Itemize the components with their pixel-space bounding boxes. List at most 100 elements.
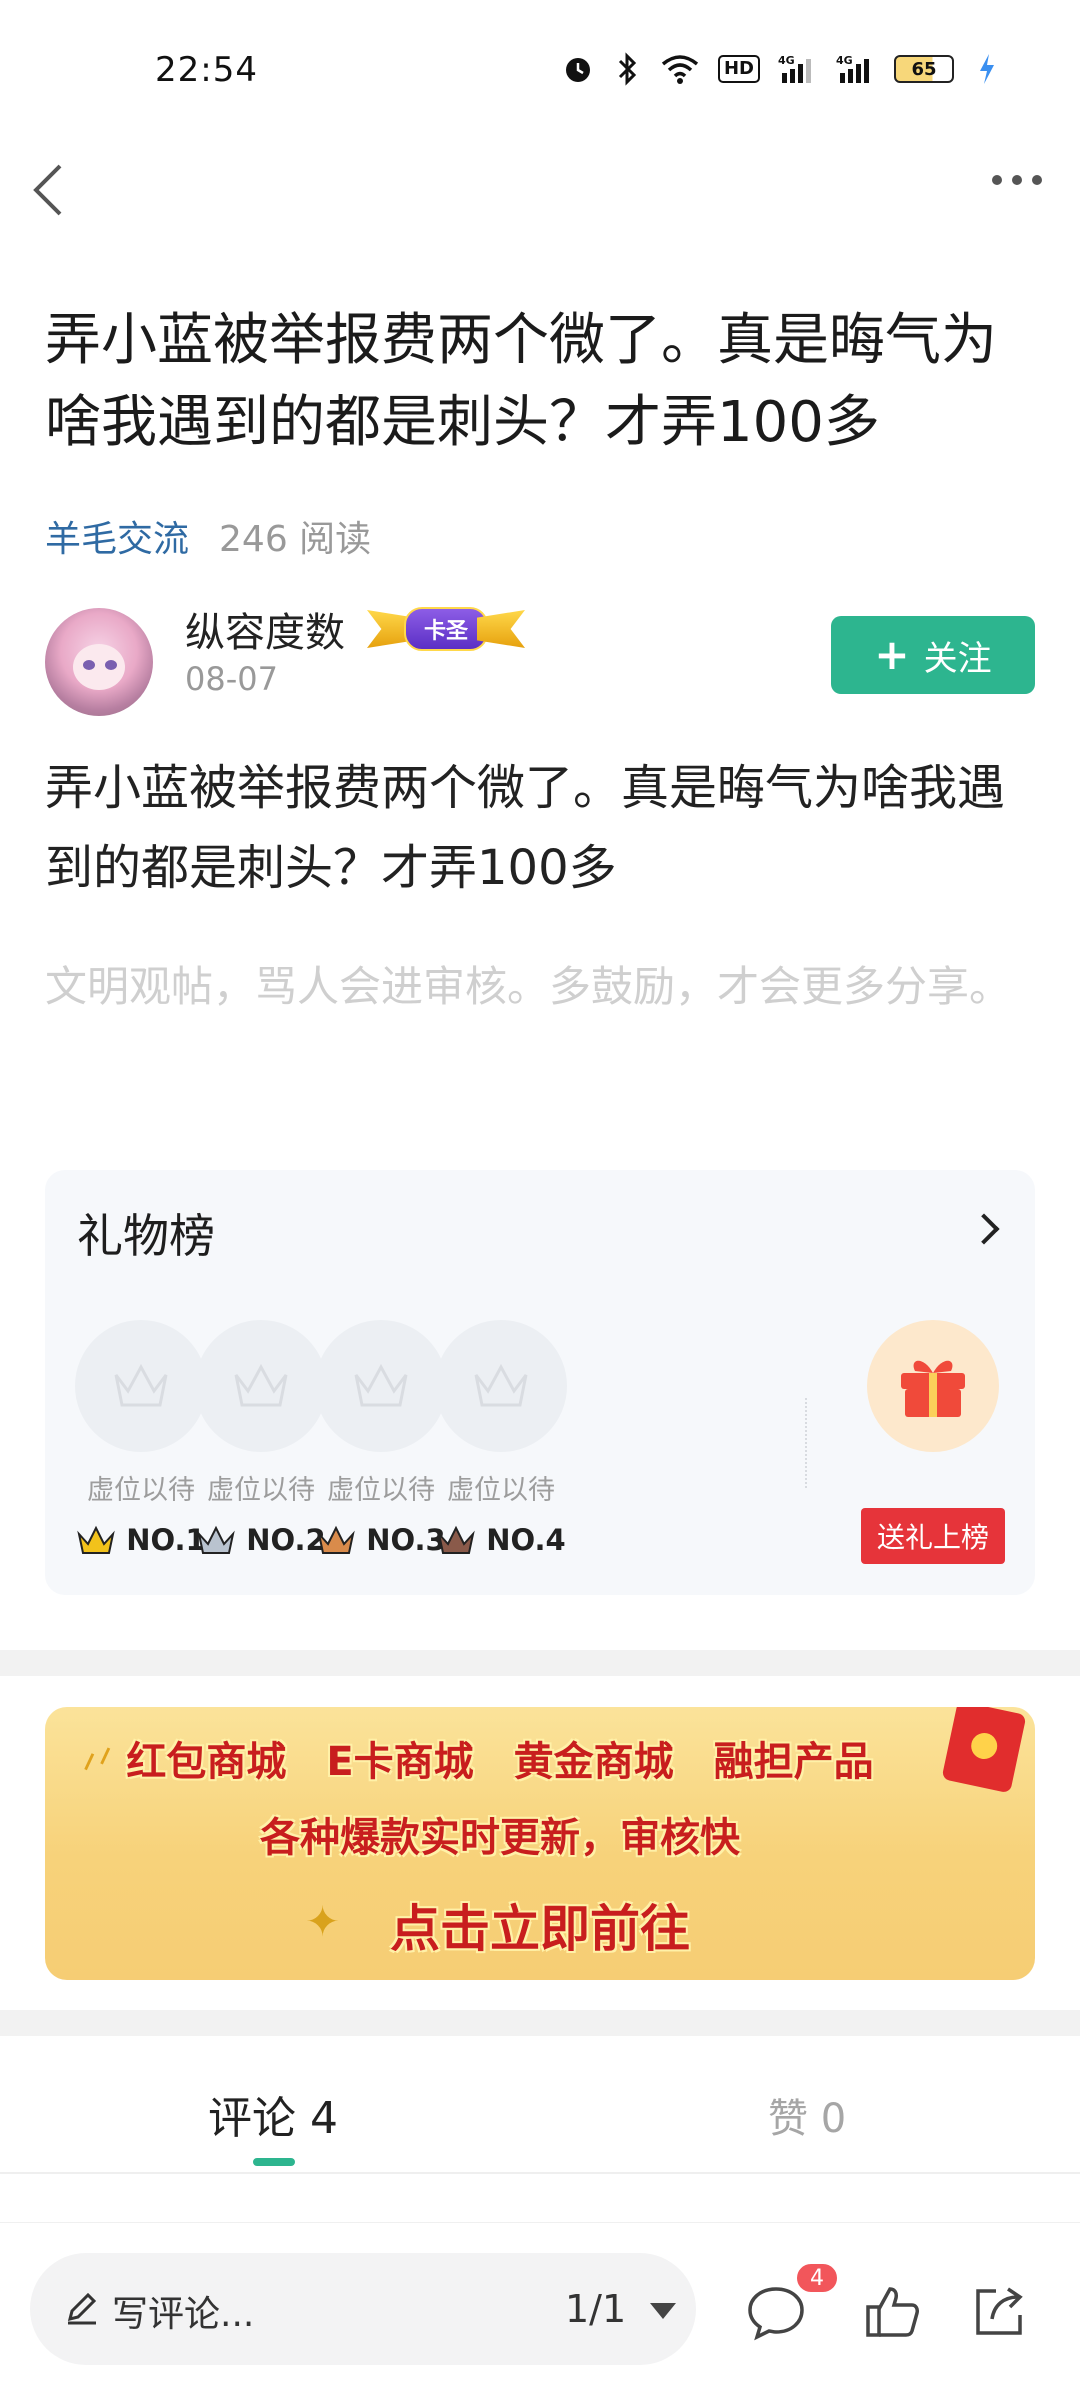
crown-outline-icon [474,1363,528,1407]
alarm-icon [562,52,594,86]
rank-label: NO.1 [126,1523,206,1557]
comment-count-badge: 4 [794,2261,840,2295]
slot-label: 虚位以待 [447,1475,555,1506]
post-body: 弄小蓝被举报费两个微了。真是晦气为啥我遇到的都是刺头？才弄100多 [45,760,1006,896]
civility-notice: 文明观帖，骂人会进审核。多鼓励，才会更多分享。 [45,962,1012,1011]
crown-bronze-icon [317,1525,355,1554]
promo-banner[interactable]: ⸝⸝ 红包商城 E卡商城 黄金商城 融担产品 各种爆款实时更新，审核快 ✦ 点击… [45,1707,1035,1980]
share-icon[interactable] [968,2281,1030,2343]
status-icons: HD 4G 4G 65 [562,52,1002,86]
thumbs-up-icon[interactable] [862,2281,924,2343]
gift-slot[interactable]: 虚位以待 NO.2 [195,1320,327,1557]
category-link[interactable]: 羊毛交流 [45,510,189,562]
banner-item: 黄金商城 [513,1739,674,1785]
follow-button[interactable]: + 关注 [831,616,1035,694]
svg-text:4G: 4G [836,54,853,67]
crown-outline-icon [114,1363,168,1407]
battery-icon: 65 [894,55,954,83]
slot-rank: NO.4 [435,1523,567,1557]
crown-brown-icon [437,1525,475,1554]
more-button[interactable] [992,175,1042,185]
bottom-action-bar: 写评论... 1/1 4 [0,2222,1080,2400]
pencil-icon [67,2292,97,2325]
caret-down-icon[interactable] [650,2303,676,2319]
gift-icon [901,1360,965,1417]
plus-icon: + [874,630,910,679]
tab-comments[interactable]: 评论 4 [208,2082,338,2146]
chevron-right-icon[interactable] [968,1213,1000,1245]
section-separator [0,2010,1080,2036]
post-meta: 羊毛交流 246 阅读 [45,510,371,562]
avatar-face [73,644,125,690]
banner-item: 红包商城 [126,1739,287,1785]
divider [0,2172,1080,2174]
gift-slot[interactable]: 虚位以待 NO.4 [435,1320,567,1557]
page-indicator[interactable]: 1/1 [565,2287,626,2331]
coin-icon [968,1730,1000,1762]
rank-label: NO.4 [486,1523,566,1557]
banner-row-1: 红包商城 E卡商城 黄金商城 融担产品 [45,1729,995,1787]
avatar-eye [105,660,117,670]
crown-outline-icon [234,1363,288,1407]
read-count: 246 阅读 [219,519,372,560]
gift-button[interactable] [867,1320,999,1452]
divider [805,1398,807,1488]
charging-icon [972,52,1002,86]
avatar[interactable] [45,608,153,716]
gift-slot[interactable]: 虚位以待 NO.3 [315,1320,447,1557]
level-badge: 卡圣 [367,606,525,652]
empty-slot-circle [435,1320,567,1452]
rank-label: NO.3 [366,1523,446,1557]
post-date: 08-07 [185,660,278,698]
empty-slot-circle [315,1320,447,1452]
crown-gold-icon [77,1525,115,1554]
slot-label: 虚位以待 [327,1475,435,1506]
slot-rank: NO.2 [195,1523,327,1557]
section-separator [0,1650,1080,1676]
hd-icon: HD [717,55,760,83]
back-button[interactable] [28,160,78,220]
more-dot [1012,175,1022,185]
slot-rank: NO.1 [75,1523,207,1557]
rank-label: NO.2 [246,1523,326,1557]
more-dot [992,175,1002,185]
slot-rank: NO.3 [315,1523,447,1557]
gift-board: 礼物榜 虚位以待 NO.1 虚位以待 NO.2 虚位以待 NO.3 虚位以待 N… [45,1170,1035,1595]
banner-cta: 点击立即前往 [390,1900,690,1958]
chevron-left-icon [33,164,62,216]
avatar-eye [83,660,95,670]
author-row: 纵容度数 卡圣 08-07 + 关注 [45,600,1035,720]
comment-icon[interactable] [745,2281,807,2343]
banner-item: E卡商城 [326,1739,474,1785]
follow-label: 关注 [923,638,992,679]
send-gift-button[interactable]: 送礼上榜 [861,1508,1005,1564]
signal-4g-icon: 4G [778,52,818,86]
top-nav [0,140,1080,235]
empty-slot-circle [195,1320,327,1452]
author-name[interactable]: 纵容度数 [185,600,345,658]
banner-item: 融担产品 [713,1739,874,1785]
bluetooth-icon [612,52,642,86]
slot-label: 虚位以待 [87,1475,195,1506]
comment-input[interactable]: 写评论... 1/1 [30,2253,696,2365]
gift-board-title: 礼物榜 [77,1209,215,1263]
banner-row-2: 各种爆款实时更新，审核快 [260,1815,740,1861]
status-bar: 22:54 HD 4G 4G 65 [0,0,1080,140]
svg-text:4G: 4G [778,54,795,67]
comment-placeholder: 写评论... [112,2294,255,2335]
wifi-icon [660,52,700,86]
badge-label: 卡圣 [403,607,488,651]
crown-outline-icon [354,1363,408,1407]
post-title: 弄小蓝被举报费两个微了。真是晦气为啥我遇到的都是刺头？才弄100多 [45,308,997,455]
status-time: 22:54 [155,50,258,90]
slot-label: 虚位以待 [207,1475,315,1506]
gift-slot[interactable]: 虚位以待 NO.1 [75,1320,207,1557]
crown-silver-icon [197,1525,235,1554]
active-tab-indicator [253,2158,295,2166]
red-envelope-icon [941,1707,1027,1794]
empty-slot-circle [75,1320,207,1452]
tab-likes[interactable]: 赞 0 [768,2086,846,2144]
comment-tabs: 评论 4 赞 0 [0,2036,1080,2174]
more-dot [1032,175,1042,185]
signal-4g-icon: 4G [836,52,876,86]
